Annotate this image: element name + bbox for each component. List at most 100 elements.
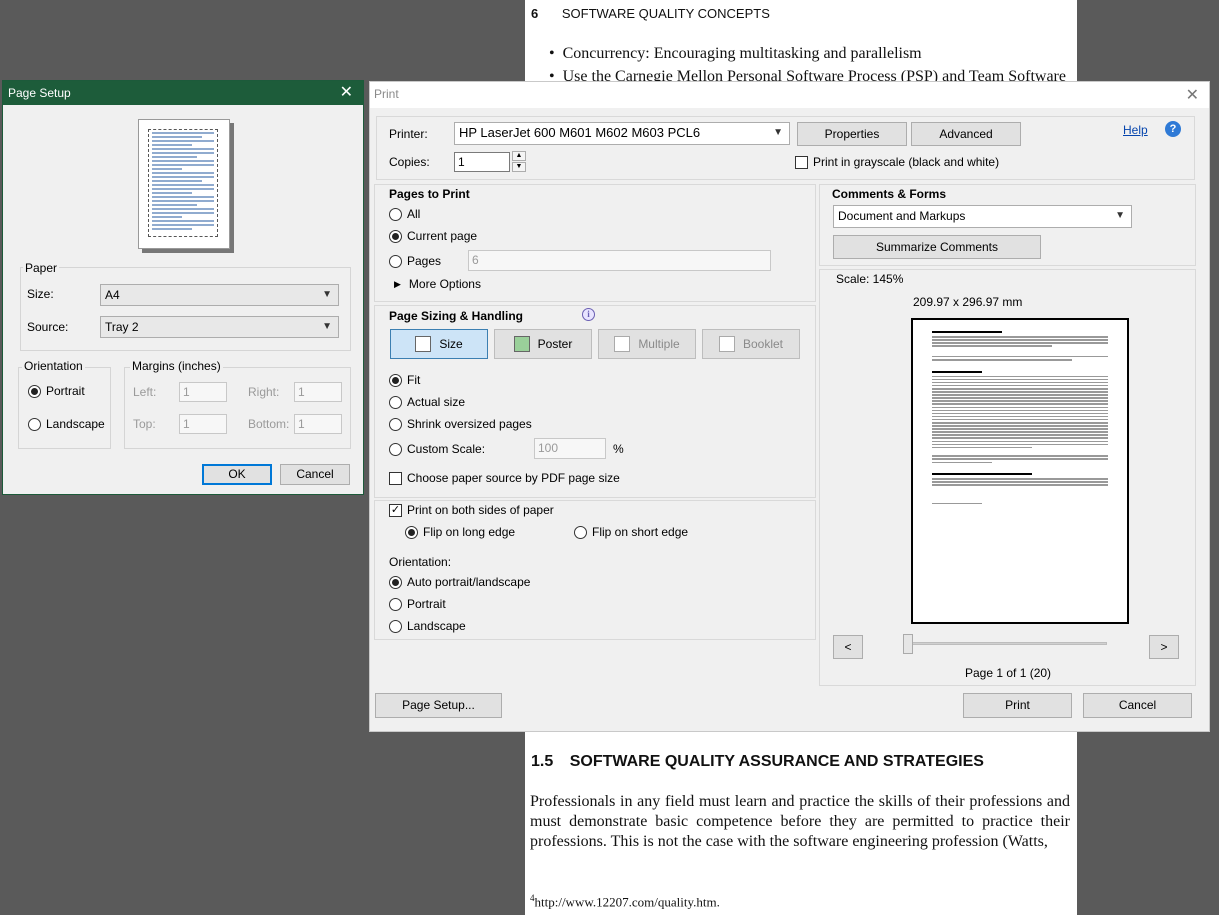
print-dialog: Print ✕ Printer: HP LaserJet 600 M601 M6… — [369, 81, 1210, 732]
source-label: Source: — [27, 320, 69, 334]
chevron-down-icon: ▼ — [322, 321, 332, 332]
pages-range-input[interactable]: 6 — [468, 250, 771, 271]
percent-label: % — [613, 442, 624, 456]
page-preview — [911, 318, 1129, 624]
advanced-button[interactable]: Advanced — [911, 122, 1021, 146]
scale-label: Scale: 145% — [836, 272, 904, 286]
chapter-title: SOFTWARE QUALITY CONCEPTS — [561, 6, 770, 21]
preview-page-content — [920, 326, 1120, 616]
all-radio[interactable]: All — [389, 207, 420, 221]
info-icon[interactable]: i — [582, 308, 595, 321]
printer-select[interactable]: HP LaserJet 600 M601 M602 M603 PCL6 ▼ — [454, 122, 790, 145]
summarize-comments-button[interactable]: Summarize Comments — [833, 235, 1041, 259]
orientation-group — [18, 367, 111, 449]
resize-icon — [415, 336, 432, 352]
comments-title: Comments & Forms — [832, 187, 947, 201]
close-icon[interactable]: ✕ — [1186, 84, 1199, 108]
page-setup-title: Page Setup — [8, 86, 71, 100]
both-sides-checkbox[interactable]: ✓ Print on both sides of paper — [389, 503, 554, 517]
section-number: 1.5 — [531, 753, 554, 770]
auto-orientation-radio[interactable]: Auto portrait/landscape — [389, 575, 530, 589]
bottom-margin-input[interactable]: 1 — [294, 414, 342, 434]
poster-icon — [513, 336, 530, 352]
orientation-group-label: Orientation — [22, 359, 85, 373]
page-slider-thumb[interactable] — [903, 634, 913, 654]
section-heading: 1.5 SOFTWARE QUALITY ASSURANCE AND STRAT… — [531, 753, 996, 771]
copies-label: Copies: — [389, 155, 430, 169]
size-tab[interactable]: Size — [390, 329, 488, 359]
landscape-radio[interactable]: Landscape — [389, 619, 466, 633]
chevron-down-icon: ▼ — [1115, 210, 1125, 221]
paper-preview — [138, 119, 230, 249]
ok-button[interactable]: OK — [202, 464, 272, 485]
portrait-radio[interactable]: Portrait — [28, 384, 85, 398]
body-paragraph: Professionals in any field must learn an… — [530, 793, 1070, 850]
copies-up-button[interactable]: ▲ — [512, 151, 526, 161]
next-page-button[interactable]: > — [1149, 635, 1179, 659]
page-setup-titlebar: Page Setup ✕ — [3, 81, 363, 105]
shrink-radio[interactable]: Shrink oversized pages — [389, 417, 532, 431]
landscape-radio[interactable]: Landscape — [28, 417, 105, 431]
custom-scale-input[interactable]: 100 — [534, 438, 606, 459]
source-select[interactable]: Tray 2 ▼ — [100, 316, 339, 338]
more-options-toggle[interactable]: ▶ More Options — [394, 277, 481, 291]
section-title: SOFTWARE QUALITY ASSURANCE AND STRATEGIE… — [569, 753, 984, 770]
footnote: 4http://www.12207.com/quality.htm. — [530, 893, 720, 910]
current-page-radio[interactable]: Current page — [389, 229, 477, 243]
chevron-right-icon: ▶ — [394, 278, 401, 289]
booklet-tab[interactable]: Booklet — [702, 329, 800, 359]
page-slider-track[interactable] — [907, 642, 1107, 645]
print-titlebar: Print ✕ — [370, 82, 1209, 108]
chevron-down-icon: ▼ — [322, 289, 332, 300]
pages-radio[interactable]: Pages — [389, 254, 441, 268]
list-item: Concurrency: Encouraging multitasking an… — [549, 42, 1066, 65]
chevron-down-icon: ▼ — [773, 127, 783, 138]
size-label: Size: — [27, 287, 54, 301]
copies-down-button[interactable]: ▼ — [512, 162, 526, 172]
print-title: Print — [374, 87, 399, 101]
top-margin-label: Top: — [133, 417, 156, 431]
help-icon[interactable]: ? — [1165, 121, 1181, 137]
multiple-pages-icon — [614, 336, 631, 352]
left-margin-input[interactable]: 1 — [179, 382, 227, 402]
copies-input[interactable]: 1 — [454, 152, 510, 172]
cancel-button[interactable]: Cancel — [280, 464, 350, 485]
paper-group — [20, 267, 351, 351]
actual-size-radio[interactable]: Actual size — [389, 395, 465, 409]
properties-button[interactable]: Properties — [797, 122, 907, 146]
close-icon[interactable]: ✕ — [340, 81, 353, 105]
left-margin-label: Left: — [133, 385, 157, 399]
choose-paper-source-checkbox[interactable]: Choose paper source by PDF page size — [389, 471, 620, 485]
chapter-number: 6 — [531, 6, 539, 21]
paper-group-label: Paper — [23, 261, 60, 275]
comments-select[interactable]: Document and Markups ▼ — [833, 205, 1132, 228]
right-margin-input[interactable]: 1 — [294, 382, 342, 402]
multiple-tab[interactable]: Multiple — [598, 329, 696, 359]
right-margin-label: Right: — [248, 385, 280, 399]
custom-scale-radio[interactable]: Custom Scale: — [389, 442, 485, 456]
margins-group — [124, 367, 351, 449]
portrait-radio[interactable]: Portrait — [389, 597, 446, 611]
page-setup-button[interactable]: Page Setup... — [375, 693, 502, 718]
help-link[interactable]: Help — [1123, 123, 1148, 137]
orientation-label: Orientation: — [389, 555, 452, 569]
flip-short-edge-radio[interactable]: Flip on short edge — [574, 525, 688, 539]
page-sizing-title: Page Sizing & Handling — [389, 309, 524, 323]
page-setup-dialog: Page Setup ✕ Paper Size: A4 ▼ Source: Tra… — [2, 80, 364, 495]
margins-group-label: Margins (inches) — [130, 359, 223, 373]
booklet-icon — [718, 336, 735, 352]
flip-long-edge-radio[interactable]: Flip on long edge — [405, 525, 515, 539]
prev-page-button[interactable]: < — [833, 635, 863, 659]
page-dimensions: 209.97 x 296.97 mm — [913, 295, 1023, 309]
fit-radio[interactable]: Fit — [389, 373, 420, 387]
size-select[interactable]: A4 ▼ — [100, 284, 339, 306]
top-margin-input[interactable]: 1 — [179, 414, 227, 434]
footnote-text: http://www.12207.com/quality.htm. — [534, 894, 720, 910]
poster-tab[interactable]: Poster — [494, 329, 592, 359]
page-count: Page 1 of 1 (20) — [965, 666, 1052, 680]
cancel-button[interactable]: Cancel — [1083, 693, 1192, 718]
grayscale-checkbox[interactable]: Print in grayscale (black and white) — [795, 155, 999, 169]
print-button[interactable]: Print — [963, 693, 1072, 718]
running-header: 6 SOFTWARE QUALITY CONCEPTS — [531, 6, 770, 21]
bottom-margin-label: Bottom: — [248, 417, 290, 431]
